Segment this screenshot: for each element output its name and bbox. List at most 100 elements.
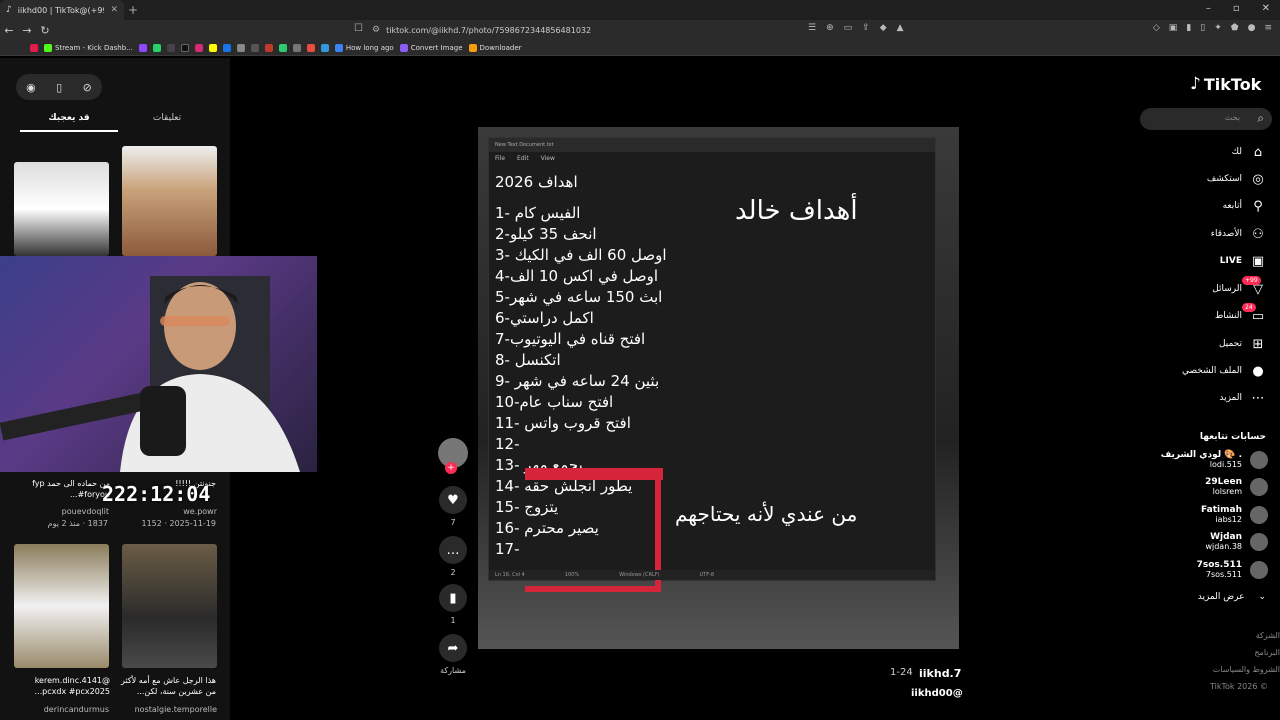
nav-item-upload[interactable]: تحميل ⊞: [1219, 335, 1266, 353]
bookmark-instagram[interactable]: [194, 43, 203, 52]
leo-icon[interactable]: ✦: [1214, 23, 1222, 33]
nav-item-explore[interactable]: استكشف ◎: [1207, 170, 1266, 188]
browser-tab[interactable]: ♪ iikhd00 | TikTok@(+99) ✕: [0, 0, 124, 20]
tiktok-logo[interactable]: ♪ TikTok: [1190, 74, 1261, 94]
tab-comments[interactable]: تعليقات: [118, 110, 216, 132]
related-thumbnail[interactable]: [122, 146, 217, 256]
bookmark-misc-1[interactable]: [236, 43, 245, 52]
bookmark-label: Convert Image: [410, 43, 463, 52]
brave-shield-icon[interactable]: ◆: [880, 23, 887, 33]
footer-company[interactable]: الشركة: [1256, 631, 1280, 640]
related-thumbnail[interactable]: [14, 162, 109, 256]
bookmark-misc-4[interactable]: [278, 43, 287, 52]
bookmark-misc-5[interactable]: [292, 43, 301, 52]
bookmark-icon[interactable]: ▮: [439, 584, 467, 612]
live-tv-icon: ▣: [1251, 253, 1265, 269]
like-action[interactable]: ♥ 7: [436, 486, 470, 527]
related-username[interactable]: nostalgie.temporelle: [122, 705, 217, 714]
followed-account[interactable]: 29Leen lolsrem: [1205, 477, 1268, 496]
nav-item-messages[interactable]: الرسائل ▽ +99: [1212, 275, 1266, 298]
extension-icon[interactable]: ◇: [1153, 23, 1160, 33]
bookmark-convert-image[interactable]: Convert Image: [399, 43, 463, 52]
back-icon[interactable]: ←: [0, 24, 18, 37]
nav-item-more[interactable]: المزيد ⋯: [1219, 389, 1266, 407]
bookmark-tiktok[interactable]: [180, 43, 189, 52]
related-username[interactable]: pouevdoqlit: [14, 507, 109, 516]
close-window-icon[interactable]: ✕: [1262, 3, 1270, 14]
save-action[interactable]: ▮ 1: [436, 584, 470, 625]
vpn-icon[interactable]: ⬟: [1231, 23, 1239, 33]
followed-account[interactable]: 7sos.511 7sos.511: [1197, 560, 1268, 579]
heart-icon[interactable]: ♥: [439, 486, 467, 514]
photo-post[interactable]: New Text Document.txt File Edit View اهد…: [478, 127, 959, 649]
comment-action[interactable]: … 2: [436, 536, 470, 577]
share-icon[interactable]: ⇪: [862, 23, 870, 33]
compass-icon[interactable]: ⊘: [83, 81, 92, 94]
nav-item-friends[interactable]: الأصدقاء ⚇: [1211, 225, 1266, 243]
profile-icon[interactable]: ●: [1248, 23, 1256, 33]
bookmark-kick[interactable]: Stream - Kick Dashb...: [44, 43, 133, 52]
nav-item-live[interactable]: LIVE ▣: [1220, 252, 1266, 270]
bookmark-twitch[interactable]: [138, 43, 147, 52]
nav-item-profile[interactable]: الملف الشخصي ●: [1182, 362, 1266, 380]
nav-item-following[interactable]: أتابعه ⚲: [1223, 197, 1266, 215]
related-thumbnail[interactable]: [14, 544, 109, 668]
related-username[interactable]: derincandurmus: [14, 705, 109, 714]
share-action[interactable]: ➦ مشاركة: [436, 634, 470, 675]
bookmark-misc-7[interactable]: [320, 43, 329, 52]
rewards-icon[interactable]: ▲: [897, 23, 904, 33]
bookmark-snap[interactable]: [208, 43, 217, 52]
related-username[interactable]: we.powr: [122, 507, 217, 516]
split-view-icon[interactable]: ▯: [1200, 23, 1205, 33]
nav-item-for-you[interactable]: لك ⌂: [1232, 143, 1266, 161]
bookmark-whatsapp[interactable]: [152, 43, 161, 52]
bookmark-x[interactable]: [166, 43, 175, 52]
sidebar-icon[interactable]: ▮: [1186, 23, 1191, 33]
followed-account[interactable]: Wjdan wjdan.38: [1205, 532, 1268, 551]
reload-icon[interactable]: ↻: [36, 24, 54, 37]
stream-uptime-clock: 222:12:04: [102, 482, 211, 506]
bookmark-drive[interactable]: [222, 43, 231, 52]
minimize-icon[interactable]: –: [1206, 3, 1211, 14]
close-tab-icon[interactable]: ✕: [110, 5, 118, 15]
account-name: 7sos.511: [1196, 560, 1242, 570]
bookmark-downloader[interactable]: Downloader: [468, 43, 522, 52]
followed-account[interactable]: لودي الشريف 🎨 . lodi.515: [1161, 450, 1268, 469]
forward-icon[interactable]: →: [18, 24, 36, 37]
related-thumbnail[interactable]: [122, 544, 217, 668]
zoom-icon[interactable]: ⊕: [826, 23, 834, 33]
phone-icon[interactable]: ▯: [56, 81, 62, 94]
menu-icon[interactable]: ≡: [1264, 23, 1272, 33]
bookmark-red[interactable]: [30, 43, 38, 52]
nav-item-activity[interactable]: النشاط ▭ 24: [1215, 302, 1266, 325]
search-icon[interactable]: ⌕: [1257, 111, 1264, 126]
bookmark-how-long-ago[interactable]: How long ago: [334, 43, 394, 52]
maximize-icon[interactable]: ▫: [1233, 3, 1240, 14]
bookmark-misc-3[interactable]: [264, 43, 273, 52]
cast-icon[interactable]: ▭: [844, 23, 853, 33]
bookmark-misc-2[interactable]: [250, 43, 259, 52]
comment-icon[interactable]: …: [439, 536, 467, 564]
post-handle[interactable]: iikhd00@: [911, 688, 963, 699]
site-info-icon[interactable]: ⚙: [372, 25, 380, 35]
see-more-button[interactable]: عرض المزيد ⌄: [1198, 592, 1266, 602]
reader-icon[interactable]: ☰: [808, 23, 816, 33]
author-avatar-action[interactable]: +: [436, 438, 470, 474]
footer-terms[interactable]: الشروط والسياسات: [1213, 665, 1280, 674]
wallet-icon[interactable]: ▣: [1169, 23, 1178, 33]
related-caption[interactable]: هذا الرجل عاش مع أمه لأكثر من عشرين سنة،…: [116, 675, 216, 697]
footer-program[interactable]: البرنامج: [1254, 648, 1280, 657]
search-input[interactable]: بحث ⌕: [1140, 108, 1272, 130]
bookmark-misc-6[interactable]: [306, 43, 315, 52]
follow-plus-icon[interactable]: +: [445, 462, 457, 474]
see-more-label: عرض المزيد: [1197, 592, 1245, 602]
bookmark-page-icon[interactable]: ☐: [354, 23, 363, 34]
share-arrow-icon[interactable]: ➦: [439, 634, 467, 662]
user-avatar-icon[interactable]: ◉: [26, 81, 36, 94]
followed-account[interactable]: Fatimah iabs12: [1201, 505, 1268, 524]
related-caption[interactable]: @kerem.dinc.4141 pcxdx #pcx2025...: [10, 675, 110, 697]
tab-for-you[interactable]: قد يعجبك: [20, 110, 118, 132]
related-caption[interactable]: من حماده الى حمد fyp #foryou...: [10, 478, 110, 500]
post-author[interactable]: iikhd.7: [919, 667, 961, 680]
new-tab-button[interactable]: +: [128, 3, 138, 17]
